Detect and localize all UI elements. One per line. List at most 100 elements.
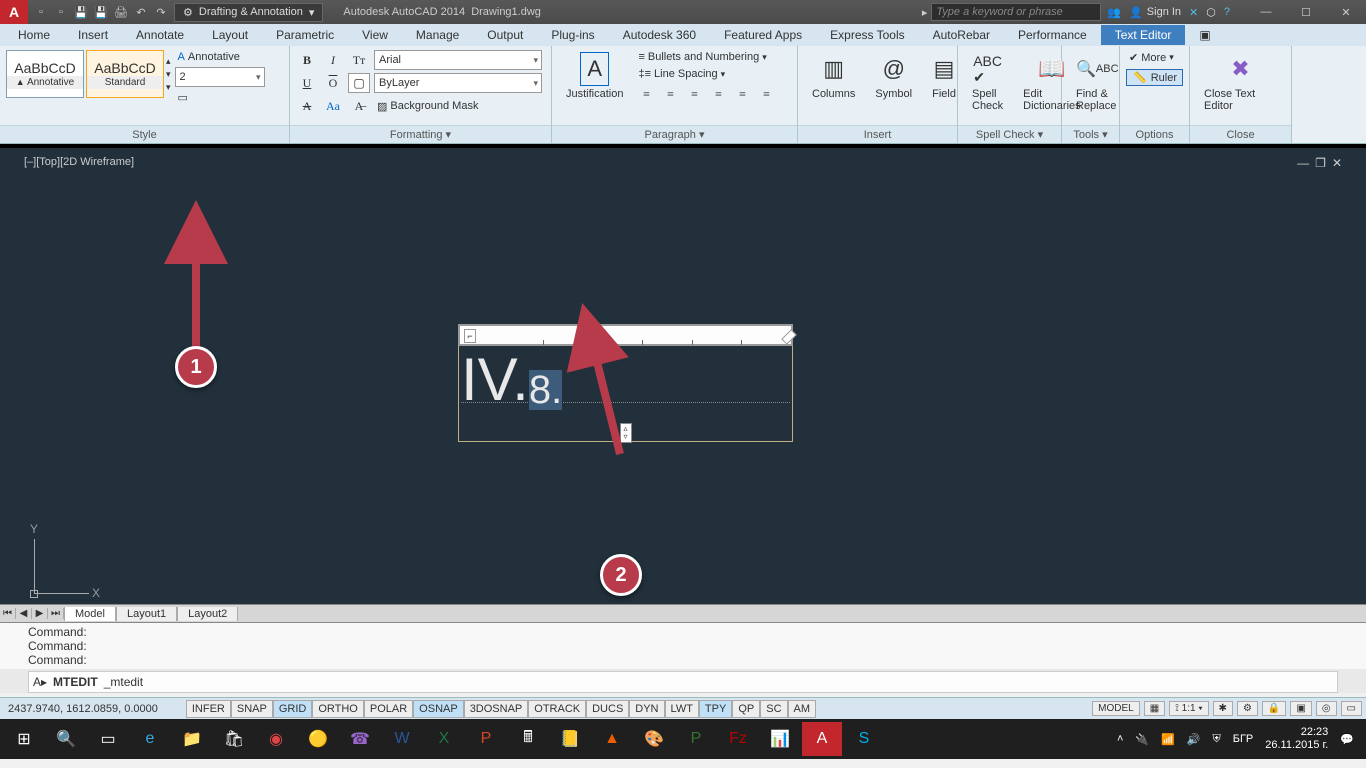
- toggle-dyn[interactable]: DYN: [629, 700, 664, 718]
- wifi-icon[interactable]: 📶: [1161, 733, 1175, 746]
- search-button[interactable]: 🔍: [46, 722, 86, 756]
- tab-first-icon[interactable]: ⏮: [0, 608, 16, 619]
- font-dropdown[interactable]: Arial: [374, 50, 542, 70]
- mask-button[interactable]: ▭: [175, 90, 265, 105]
- bgmask-button[interactable]: ▨Background Mask: [374, 99, 481, 114]
- vp-close-icon[interactable]: ✕: [1332, 156, 1342, 170]
- find-replace-button[interactable]: 🔍ABCFind & Replace: [1068, 50, 1127, 114]
- annotation-scale[interactable]: ⟟ 1:1 ▾: [1169, 701, 1208, 716]
- project-icon[interactable]: P: [676, 722, 716, 756]
- toggle-snap[interactable]: SNAP: [231, 700, 273, 718]
- toggle-am[interactable]: AM: [788, 700, 817, 718]
- isolate-objects-icon[interactable]: ◎: [1316, 701, 1337, 716]
- online-icon[interactable]: ⬡: [1206, 6, 1216, 19]
- save-icon[interactable]: 💾: [72, 3, 90, 21]
- toggle-tpy[interactable]: TPY: [699, 700, 732, 718]
- underline-button[interactable]: U: [296, 73, 318, 93]
- volume-icon[interactable]: 🔊: [1187, 733, 1201, 746]
- strike-button[interactable]: A: [296, 96, 318, 116]
- tab-plugins[interactable]: Plug-ins: [537, 25, 608, 45]
- viber-icon[interactable]: ☎: [340, 722, 380, 756]
- style-annotative[interactable]: AaBbCcD ▲ Annotative: [6, 50, 84, 98]
- tab-layout[interactable]: Layout: [198, 25, 262, 45]
- notes-icon[interactable]: 📒: [550, 722, 590, 756]
- toggle-ortho[interactable]: ORTHO: [312, 700, 364, 718]
- workspace-dropdown[interactable]: ⚙ Drafting & Annotation ▾: [174, 3, 323, 22]
- color-dropdown[interactable]: ByLayer: [374, 73, 542, 93]
- filezilla-icon[interactable]: Fz: [718, 722, 758, 756]
- calculator-icon[interactable]: 🖩: [508, 722, 548, 756]
- panel-title-formatting[interactable]: Formatting ▾: [290, 125, 551, 143]
- shield-icon[interactable]: ⛨: [1213, 733, 1221, 746]
- tab-model[interactable]: Model: [64, 607, 116, 621]
- justification-button[interactable]: A Justification: [558, 50, 631, 102]
- plot-icon[interactable]: 🖨: [112, 3, 130, 21]
- word-icon[interactable]: W: [382, 722, 422, 756]
- store-icon[interactable]: 🛍: [214, 722, 254, 756]
- align-dist-button[interactable]: ≡: [731, 84, 753, 104]
- workspace-switch-icon[interactable]: ⚙: [1237, 701, 1258, 716]
- panel-title-tools[interactable]: Tools ▾: [1062, 125, 1119, 143]
- tab-insert[interactable]: Insert: [64, 25, 122, 45]
- toggle-grid[interactable]: GRID: [273, 700, 313, 718]
- scroll-down-icon[interactable]: ▾: [166, 69, 171, 80]
- more-dropdown[interactable]: ✔More▾: [1126, 50, 1183, 65]
- vp-restore-icon[interactable]: ❐: [1315, 156, 1326, 170]
- toggle-qp[interactable]: QP: [732, 700, 760, 718]
- toggle-3dosnap[interactable]: 3DOSNAP: [464, 700, 529, 718]
- case-button[interactable]: Aa: [322, 96, 344, 116]
- align-left-button[interactable]: ≡: [635, 84, 657, 104]
- undo-icon[interactable]: ↶: [132, 3, 150, 21]
- explorer-icon[interactable]: 📁: [172, 722, 212, 756]
- groove-icon[interactable]: ◉: [256, 722, 296, 756]
- start-button[interactable]: ⊞: [4, 722, 44, 756]
- tab-home[interactable]: Home: [4, 25, 64, 45]
- italic-button[interactable]: I: [322, 50, 344, 70]
- maximize-button[interactable]: ☐: [1286, 0, 1326, 24]
- clear-button[interactable]: A̶: [348, 96, 370, 116]
- powerpoint-icon[interactable]: P: [466, 722, 506, 756]
- tab-last-icon[interactable]: ⏭: [48, 608, 64, 619]
- toggle-ducs[interactable]: DUCS: [586, 700, 629, 718]
- expand-icon[interactable]: ▾: [166, 82, 171, 93]
- saveas-icon[interactable]: 💾: [92, 3, 110, 21]
- paint-icon[interactable]: 🎨: [634, 722, 674, 756]
- coordinates[interactable]: 2437.9740, 1612.0859, 0.0000: [0, 703, 166, 715]
- tray-up-icon[interactable]: ˄: [1117, 733, 1123, 745]
- autocad-taskbar-icon[interactable]: A: [802, 722, 842, 756]
- scroll-up-icon[interactable]: ▴: [166, 56, 171, 67]
- toggle-lwt[interactable]: LWT: [665, 700, 699, 718]
- tab-featuredapps[interactable]: Featured Apps: [710, 25, 816, 45]
- tab-layout2[interactable]: Layout2: [177, 607, 238, 621]
- minimize-button[interactable]: —: [1246, 0, 1286, 24]
- tab-manage[interactable]: Manage: [402, 25, 473, 45]
- battery-icon[interactable]: 🔌: [1135, 733, 1149, 746]
- annotation-visibility-icon[interactable]: ✱: [1213, 701, 1233, 716]
- toolbar-lock-icon[interactable]: 🔒: [1262, 701, 1286, 716]
- tab-performance[interactable]: Performance: [1004, 25, 1101, 45]
- linespacing-dropdown[interactable]: ‡≡Line Spacing▾: [635, 67, 777, 81]
- tab-annotate[interactable]: Annotate: [122, 25, 198, 45]
- skype-icon[interactable]: S: [844, 722, 884, 756]
- edge-icon[interactable]: e: [130, 722, 170, 756]
- drawing-area[interactable]: Properties Tool Palettes - All Palettes …: [0, 144, 1366, 604]
- ruler-toggle[interactable]: 📏Ruler: [1126, 69, 1183, 86]
- taskview-button[interactable]: ▭: [88, 722, 128, 756]
- symbol-button[interactable]: @Symbol: [867, 50, 920, 102]
- tab-prev-icon[interactable]: ◀: [16, 608, 32, 619]
- clock[interactable]: 22:2326.11.2015 г.: [1265, 726, 1328, 752]
- panel-title-paragraph[interactable]: Paragraph ▾: [552, 125, 797, 143]
- columns-button[interactable]: ▥Columns: [804, 50, 863, 102]
- panel-title-spellcheck[interactable]: Spell Check ▾: [958, 125, 1061, 143]
- infocenter-icon[interactable]: 👥: [1107, 6, 1121, 19]
- toggle-sc[interactable]: SC: [760, 700, 787, 718]
- command-history[interactable]: Command:Command:Command:: [0, 623, 1366, 669]
- align-center-button[interactable]: ≡: [659, 84, 681, 104]
- tab-texteditor[interactable]: Text Editor: [1101, 25, 1186, 45]
- tab-expresstools[interactable]: Express Tools: [816, 25, 918, 45]
- tab-output[interactable]: Output: [473, 25, 537, 45]
- toggle-osnap[interactable]: OSNAP: [413, 700, 464, 718]
- toggle-infer[interactable]: INFER: [186, 700, 231, 718]
- tab-extra[interactable]: ▣: [1185, 25, 1224, 45]
- tab-autorebar[interactable]: AutoRebar: [919, 25, 1004, 45]
